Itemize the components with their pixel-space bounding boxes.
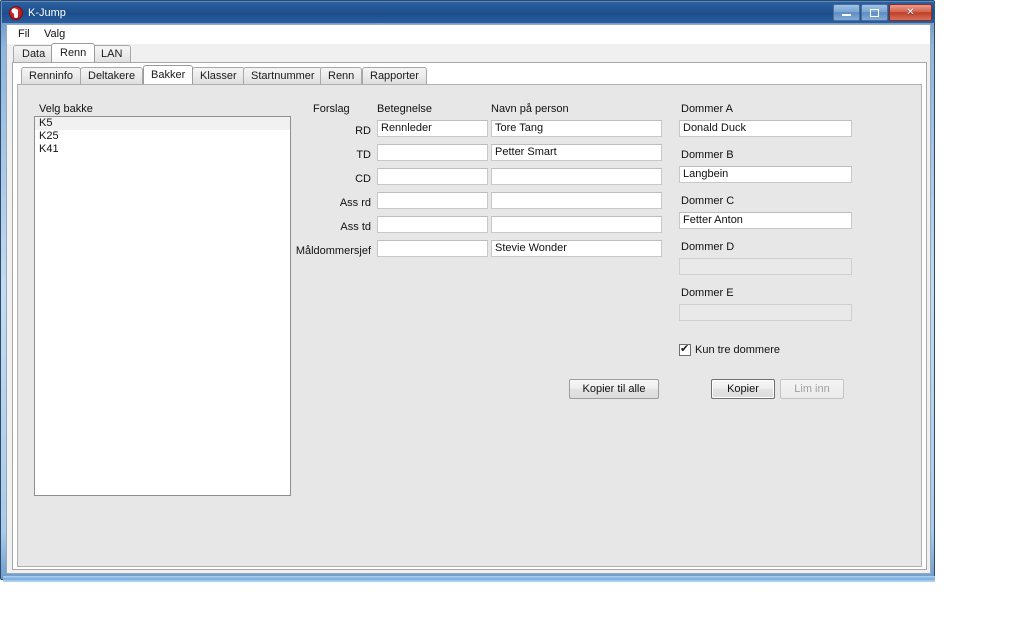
person-field-maldommersjef[interactable]: Stevie Wonder <box>491 240 662 257</box>
forslag-header: Forslag <box>313 103 350 115</box>
close-button[interactable]: ✕ <box>889 4 932 21</box>
maximize-button[interactable] <box>861 4 888 21</box>
betegnelse-header: Betegnelse <box>377 103 433 115</box>
role-label-ass-td: Ass td <box>340 221 371 233</box>
hill-listbox[interactable]: K5 K25 K41 <box>34 116 291 496</box>
role-label-maldommersjef: Måldommersjef <box>295 245 371 257</box>
window-shadow-sliver <box>3 576 935 582</box>
menubar: Fil Valg <box>7 25 930 44</box>
navn-pa-person-header: Navn på person <box>491 103 569 115</box>
dommer-c-field[interactable]: Fetter Anton <box>679 212 852 229</box>
kun-tre-dommere-label: Kun tre dommere <box>695 344 780 356</box>
role-label-cd: CD <box>355 173 371 185</box>
person-field-td[interactable]: Petter Smart <box>491 144 662 161</box>
outer-tab-page: Renninfo Deltakere Bakker Klasser Startn… <box>12 62 927 570</box>
tab-klasser[interactable]: Klasser <box>192 67 245 84</box>
role-label-td: TD <box>356 149 371 161</box>
designation-field-rd[interactable]: Rennleder <box>377 120 488 137</box>
dommer-d-field[interactable] <box>679 258 852 275</box>
tab-rapporter[interactable]: Rapporter <box>362 67 427 84</box>
tab-renninfo[interactable]: Renninfo <box>21 67 82 84</box>
application-window: K-Jump ✕ Fil Valg Data Renn LAN Renninfo… <box>0 0 935 580</box>
tab-renn[interactable]: Renn <box>51 43 96 62</box>
bakker-panel: Velg bakke K5 K25 K41 Forslag Betegnelse… <box>17 84 922 567</box>
dommer-b-field[interactable]: Langbein <box>679 166 852 183</box>
designation-field-cd[interactable] <box>377 168 488 185</box>
menu-item-valg[interactable]: Valg <box>40 27 69 41</box>
tab-data[interactable]: Data <box>13 45 55 62</box>
role-label-rd: RD <box>355 125 371 137</box>
client-area: Fil Valg Data Renn LAN Renninfo Deltaker… <box>6 24 931 574</box>
designation-field-ass-td[interactable] <box>377 216 488 233</box>
kopier-button[interactable]: Kopier <box>711 379 775 399</box>
dommer-a-label: Dommer A <box>681 103 733 115</box>
kopier-til-alle-button[interactable]: Kopier til alle <box>569 379 659 399</box>
tab-renn-inner[interactable]: Renn <box>320 67 363 84</box>
minimize-icon <box>842 14 851 16</box>
tab-bakker[interactable]: Bakker <box>143 65 194 84</box>
dommer-d-label: Dommer D <box>681 241 735 253</box>
designation-field-maldommersjef[interactable] <box>377 240 488 257</box>
tab-lan[interactable]: LAN <box>92 45 132 62</box>
role-label-ass-rd: Ass rd <box>339 197 371 209</box>
minimize-button[interactable] <box>833 4 860 21</box>
lim-inn-button[interactable]: Lim inn <box>780 379 844 399</box>
dommer-e-field[interactable] <box>679 304 852 321</box>
tab-deltakere[interactable]: Deltakere <box>80 67 144 84</box>
kjump-icon <box>9 6 23 20</box>
close-icon: ✕ <box>906 7 915 18</box>
designation-field-ass-rd[interactable] <box>377 192 488 209</box>
window-title: K-Jump <box>28 7 66 19</box>
person-field-ass-rd[interactable] <box>491 192 662 209</box>
window-titlebar[interactable]: K-Jump ✕ <box>2 2 935 23</box>
list-item[interactable]: K25 <box>35 130 290 143</box>
dommer-a-field[interactable]: Donald Duck <box>679 120 852 137</box>
window-controls: ✕ <box>833 4 932 22</box>
designation-field-td[interactable] <box>377 144 488 161</box>
list-item[interactable]: K5 <box>35 117 290 130</box>
dommer-e-label: Dommer E <box>681 287 734 299</box>
person-field-cd[interactable] <box>491 168 662 185</box>
menu-item-fil[interactable]: Fil <box>14 27 34 41</box>
person-field-ass-td[interactable] <box>491 216 662 233</box>
dommer-b-label: Dommer B <box>681 149 734 161</box>
person-field-rd[interactable]: Tore Tang <box>491 120 662 137</box>
checkbox-check-icon <box>679 342 691 356</box>
screen: K-Jump ✕ Fil Valg Data Renn LAN Renninfo… <box>0 0 1023 629</box>
maximize-icon <box>870 8 879 17</box>
dommer-c-label: Dommer C <box>681 195 735 207</box>
list-item[interactable]: K41 <box>35 143 290 156</box>
tab-startnummer[interactable]: Startnummer <box>243 67 323 84</box>
velg-bakke-label: Velg bakke <box>39 103 93 115</box>
